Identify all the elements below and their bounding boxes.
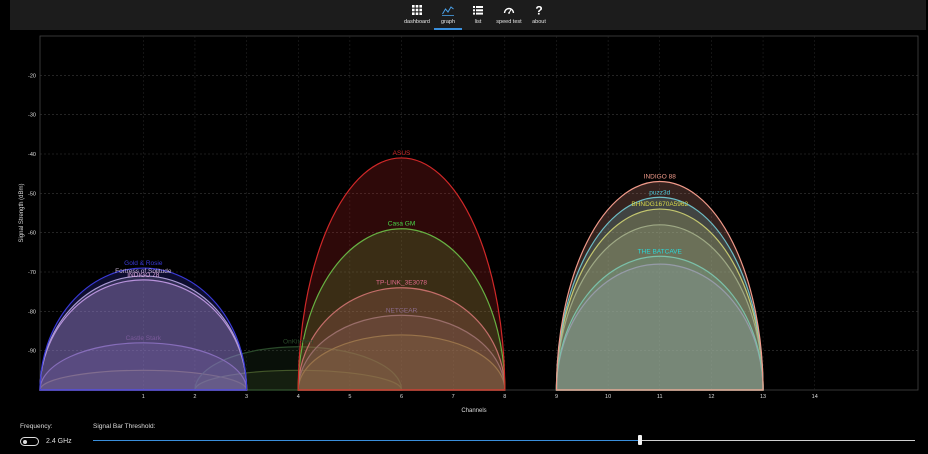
y-tick-label: -20 (28, 73, 36, 79)
network-label: INDIGO 78 (127, 272, 160, 279)
frequency-value: 2.4 GHz (46, 438, 72, 445)
network-label: THE BATCAVE (638, 248, 683, 255)
x-tick-label: 7 (452, 394, 455, 400)
y-tick-label: -70 (28, 270, 36, 276)
y-tick-labels: -20 -30 -40 -50 -60 -70 -80 -90 (28, 73, 36, 354)
slider-track (640, 440, 915, 441)
network-arc[interactable] (555, 181, 764, 391)
nav-about-label: about (532, 19, 546, 25)
channel-graph-svg: Castle StarkGold & RosieFortress of Soli… (19, 35, 919, 414)
grid-icon (412, 5, 422, 15)
frequency-toggle[interactable] (20, 437, 39, 446)
x-tick-label: 2 (193, 394, 196, 400)
x-tick-label: 13 (760, 394, 766, 400)
network-label: INDIGO 88 (644, 174, 677, 181)
network-label: puzz3d (649, 189, 670, 196)
channel-graph: Castle Stark Gold & Rosie Fortress of Soli… (0, 30, 928, 420)
y-tick-label: -80 (28, 309, 36, 315)
svg-text:?: ? (535, 4, 542, 18)
network-label: ASUS (393, 150, 411, 157)
x-tick-label: 9 (555, 394, 558, 400)
x-tick-label: 6 (400, 394, 403, 400)
question-icon: ? (535, 4, 542, 18)
x-axis-label: Channels (461, 408, 486, 414)
network-label: Gold & Rosie (124, 260, 163, 267)
network-label: OnKitchen (283, 339, 314, 346)
network-arc[interactable] (297, 157, 506, 391)
x-tick-label: 1 (142, 394, 145, 400)
x-tick-labels: 1 2 3 4 5 6 7 8 9 10 11 12 13 14 (142, 394, 818, 400)
y-tick-label: -30 (28, 113, 36, 119)
signal-threshold-label: Signal Bar Threshold: (93, 423, 156, 430)
network-arc[interactable] (39, 267, 248, 391)
y-tick-label: -50 (28, 191, 36, 197)
y-tick-label: -90 (28, 349, 36, 355)
network-label: Casa GM (388, 221, 415, 228)
graph-icon (442, 6, 454, 16)
x-tick-label: 4 (297, 394, 300, 400)
speedometer-icon (503, 7, 515, 14)
top-nav-bar: dashboard graph list speed test ? about (10, 0, 926, 30)
toggle-knob (23, 439, 27, 444)
y-tick-label: -40 (28, 152, 36, 158)
x-tick-label: 12 (708, 394, 714, 400)
nav-about[interactable]: ? about (519, 3, 559, 26)
slider-thumb[interactable] (638, 435, 642, 445)
network-label: NETGEAR (386, 307, 418, 314)
x-tick-label: 14 (812, 394, 818, 400)
slider-track-fill (93, 440, 640, 441)
network-label: Castle Stark (126, 335, 162, 342)
frequency-label: Frequency: (20, 423, 53, 430)
nav: dashboard graph list speed test ? about (10, 0, 926, 30)
list-icon (473, 6, 483, 15)
signal-threshold-slider[interactable] (93, 434, 915, 445)
x-tick-label: 10 (605, 394, 611, 400)
x-tick-label: 8 (503, 394, 506, 400)
y-tick-label: -60 (28, 231, 36, 237)
network-label: TP-LINK_3E3078 (376, 280, 427, 287)
x-tick-label: 3 (245, 394, 248, 400)
x-tick-label: 5 (348, 394, 351, 400)
x-tick-label: 11 (657, 394, 663, 400)
y-axis-label: Signal Strength (dBm) (19, 183, 25, 242)
network-label: BHNDG1670A5962 (631, 201, 688, 208)
